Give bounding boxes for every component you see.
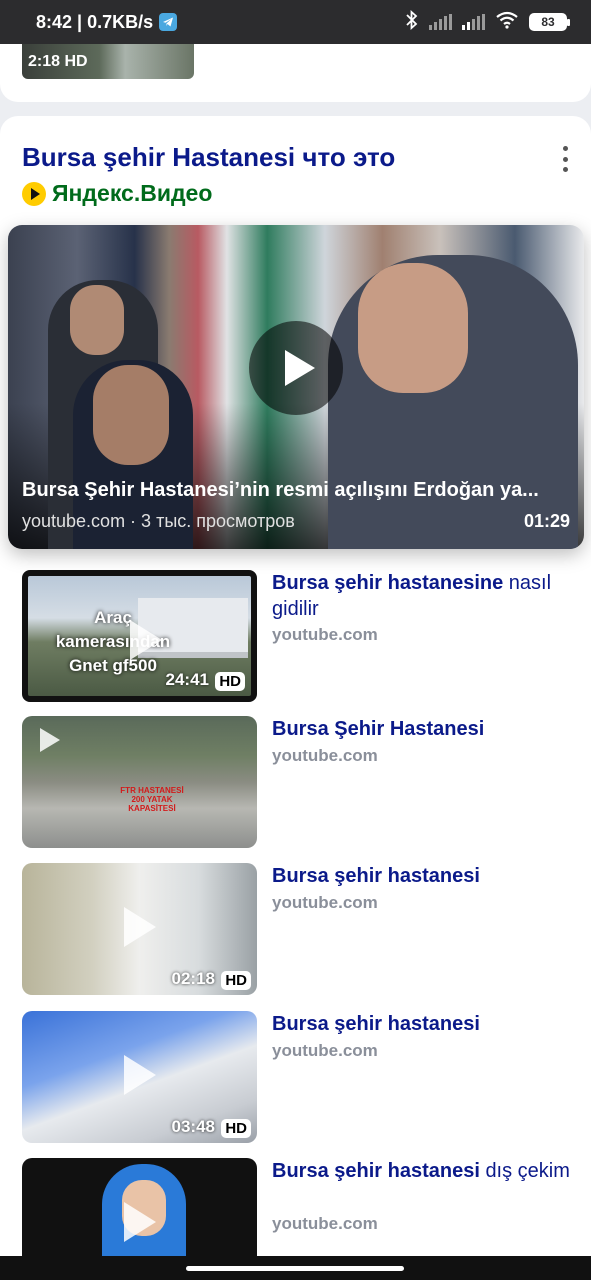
previous-video-duration: 2:18 HD [28, 53, 88, 70]
video-title[interactable]: Bursa şehir hastanesine nasıl gidilir [272, 570, 572, 622]
video-title[interactable]: Bursa Şehir Hastanesi [272, 716, 572, 742]
video-list-item[interactable]: 02:18 HD Bursa şehir hastanesi youtube.c… [22, 863, 582, 995]
previous-video-thumbnail[interactable]: 2:18 HD [22, 44, 194, 79]
play-icon [130, 620, 162, 660]
video-duration: 24:41 [165, 670, 209, 689]
hero-figure-face [70, 285, 124, 355]
hero-video-title: Bursa Şehir Hastanesi’nin resmi açılışın… [22, 479, 539, 501]
hd-badge: HD [221, 971, 251, 990]
video-thumbnail[interactable]: 02:18 HD [22, 863, 257, 995]
battery-icon: 83 [529, 13, 570, 31]
status-right: 83 [405, 9, 570, 35]
video-title[interactable]: Bursa şehir hastanesi [272, 863, 572, 889]
video-source: youtube.com [272, 625, 378, 644]
previous-result-card[interactable]: 2:18 HD [0, 44, 591, 102]
video-title[interactable]: Bursa şehir hastanesi [272, 1011, 572, 1037]
play-icon [124, 1055, 156, 1095]
play-icon [40, 728, 60, 752]
video-thumbnail[interactable]: Araç kamerasından Gnet gf500 24:41 HD [22, 570, 257, 702]
hd-badge: HD [221, 1119, 251, 1138]
thumbnail-overlay-text: FTR HASTANESİ 200 YATAK KAPASİTESİ [120, 786, 184, 813]
video-thumbnail[interactable]: FTR HASTANESİ 200 YATAK KAPASİTESİ [22, 716, 257, 848]
video-source: youtube.com [272, 1214, 378, 1233]
video-duration: 02:18 [171, 969, 215, 988]
video-source: youtube.com [272, 746, 378, 765]
video-title[interactable]: Bursa şehir hastanesi dış çekim [272, 1158, 572, 1184]
bluetooth-icon [405, 9, 419, 35]
video-list-item[interactable]: FTR HASTANESİ 200 YATAK KAPASİTESİ Bursa… [22, 716, 582, 848]
result-source[interactable]: Яндекс.Видео [22, 180, 212, 207]
video-source: youtube.com [272, 1041, 378, 1060]
play-icon [124, 907, 156, 947]
hero-video-duration: 01:29 [523, 511, 570, 531]
system-nav-bar [0, 1256, 591, 1280]
status-left: 8:42 | 0.7KB/s [36, 11, 178, 33]
result-title[interactable]: Bursa şehir Hastanesi что это [22, 142, 395, 173]
signal-2-icon [462, 14, 485, 30]
hero-figure-face [93, 365, 169, 465]
signal-1-icon [429, 14, 452, 30]
play-icon[interactable] [249, 321, 343, 415]
video-thumbnail[interactable]: 03:48 HD [22, 1011, 257, 1143]
video-result-card: Bursa şehir Hastanesi что это Яндекс.Вид… [0, 116, 591, 1280]
status-time: 8:42 | 0.7KB/s [36, 11, 154, 32]
yandex-video-icon [22, 181, 46, 206]
hero-video-meta: youtube.com · 3 тыс. просмотров [22, 511, 295, 531]
video-source: youtube.com [272, 893, 378, 912]
hero-video[interactable]: Bursa Şehir Hastanesi’nin resmi açılışın… [8, 225, 584, 549]
play-icon [124, 1202, 156, 1242]
video-list-item[interactable]: 03:48 HD Bursa şehir hastanesi youtube.c… [22, 1011, 582, 1143]
more-vertical-icon[interactable] [557, 146, 573, 172]
hero-figure-face [358, 263, 468, 393]
status-bar: 8:42 | 0.7KB/s 83 [0, 0, 591, 44]
home-gesture-handle[interactable] [186, 1266, 404, 1271]
video-list-item[interactable]: Araç kamerasından Gnet gf500 24:41 HD Bu… [22, 570, 582, 702]
hd-badge: HD [215, 672, 245, 691]
source-label: Яндекс.Видео [52, 180, 213, 206]
wifi-icon [495, 11, 519, 34]
video-duration: 03:48 [171, 1117, 215, 1136]
telegram-icon [159, 13, 178, 31]
